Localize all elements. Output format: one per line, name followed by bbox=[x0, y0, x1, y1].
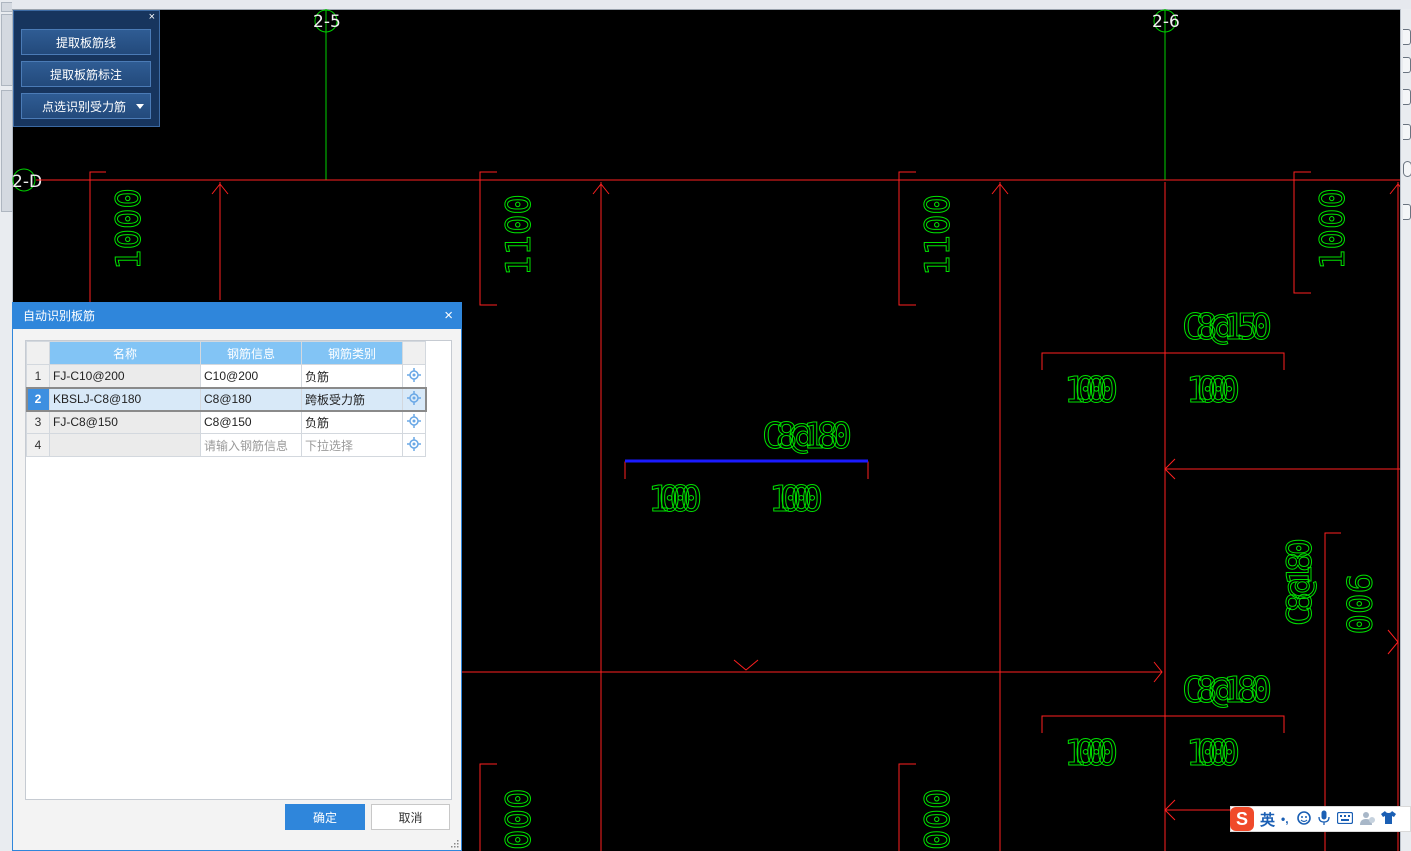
sogou-logo-icon[interactable]: S bbox=[1230, 807, 1254, 831]
dim-text: 1000 bbox=[769, 479, 823, 520]
toolbar-icon[interactable] bbox=[1403, 204, 1411, 220]
dim-text: 1000 bbox=[648, 479, 702, 520]
column-header-name[interactable]: 名称 bbox=[49, 341, 201, 365]
toolbar-icon[interactable] bbox=[1403, 161, 1411, 177]
dim-text: 1000 bbox=[1186, 733, 1240, 774]
cell-info[interactable]: C10@200 bbox=[200, 364, 302, 388]
axis-label-2-d: 2-D bbox=[12, 172, 42, 192]
axis-label-2-6: 2-6 bbox=[1152, 12, 1180, 32]
microphone-icon[interactable] bbox=[1317, 810, 1330, 828]
table-row[interactable]: 4 请输入钢筋信息 下拉选择 bbox=[26, 433, 426, 457]
cell-type[interactable]: 负筋 bbox=[301, 364, 403, 388]
cancel-button[interactable]: 取消 bbox=[371, 804, 450, 830]
cell-type-select[interactable]: 下拉选择 bbox=[301, 433, 403, 457]
dialog-title: 自动识别板筋 bbox=[23, 309, 96, 323]
locate-icon[interactable] bbox=[402, 387, 426, 411]
extract-rebar-line-button[interactable]: 提取板筋线 bbox=[21, 29, 151, 55]
right-toolbar bbox=[1400, 9, 1411, 851]
rebar-label: C8@180 bbox=[1182, 670, 1272, 711]
rebar-label: C8@150 bbox=[1182, 307, 1272, 348]
toolbar-icon[interactable] bbox=[1403, 29, 1411, 45]
rebar-label: C8@180 bbox=[1280, 538, 1320, 626]
toolbar-icon[interactable] bbox=[1403, 57, 1411, 73]
user-icon[interactable] bbox=[1359, 811, 1376, 828]
column-header-type[interactable]: 钢筋类别 bbox=[301, 341, 403, 365]
toolbar-icon[interactable] bbox=[1403, 124, 1411, 140]
table-row[interactable]: 1 FJ-C10@200 C10@200 负筋 bbox=[26, 364, 426, 388]
cell-info-input[interactable]: 请输入钢筋信息 bbox=[200, 433, 302, 457]
locate-icon[interactable] bbox=[402, 433, 426, 457]
row-number[interactable]: 4 bbox=[26, 433, 50, 457]
point-identify-rebar-button[interactable]: 点选识别受力筋 bbox=[21, 93, 151, 119]
dim-text: 1000 bbox=[1064, 370, 1118, 411]
dim-text: 1000 bbox=[109, 188, 149, 270]
table-row-selected[interactable]: 2 KBSLJ-C8@180 C8@180 跨板受力筋 bbox=[25, 386, 427, 412]
cell-name[interactable]: FJ-C10@200 bbox=[49, 364, 201, 388]
toolbar-icon[interactable] bbox=[1403, 89, 1411, 105]
dialog-title-bar[interactable]: 自动识别板筋 × bbox=[13, 303, 461, 329]
dim-text: 1100 bbox=[918, 194, 958, 276]
confirm-button[interactable]: 确定 bbox=[285, 804, 365, 830]
cell-name[interactable]: FJ-C8@150 bbox=[49, 410, 201, 434]
keyboard-icon[interactable] bbox=[1336, 811, 1353, 827]
dim-text: 1000 bbox=[1186, 370, 1240, 411]
skin-shirt-icon[interactable] bbox=[1380, 811, 1396, 827]
table-row[interactable]: 3 FJ-C8@150 C8@150 负筋 bbox=[26, 410, 426, 434]
locate-icon[interactable] bbox=[402, 364, 426, 388]
close-icon[interactable]: × bbox=[149, 11, 155, 23]
cell-type[interactable]: 负筋 bbox=[301, 410, 403, 434]
dim-text: 1000 bbox=[1313, 188, 1353, 270]
emoji-icon[interactable] bbox=[1296, 810, 1311, 828]
auto-identify-rebar-dialog: 自动识别板筋 × 名称 钢筋信息 钢筋类别 1 FJ-C10@200 C10@2… bbox=[12, 302, 462, 851]
point-identify-rebar-label: 点选识别受力筋 bbox=[42, 100, 127, 114]
cell-name[interactable]: KBSLJ-C8@180 bbox=[49, 387, 201, 411]
row-number[interactable]: 1 bbox=[26, 364, 50, 388]
grid-corner bbox=[402, 341, 426, 365]
locate-icon[interactable] bbox=[402, 410, 426, 434]
row-number[interactable]: 2 bbox=[26, 387, 50, 411]
column-header-info[interactable]: 钢筋信息 bbox=[200, 341, 302, 365]
dropdown-arrow-icon[interactable] bbox=[136, 104, 144, 109]
rebar-tool-panel: × 提取板筋线 提取板筋标注 点选识别受力筋 bbox=[13, 10, 160, 127]
dim-text: 1100 bbox=[499, 194, 539, 276]
dim-text: 900 bbox=[1338, 573, 1378, 634]
cell-type[interactable]: 跨板受力筋 bbox=[301, 387, 403, 411]
resize-grip-icon[interactable] bbox=[451, 840, 459, 848]
punctuation-icon[interactable]: •, bbox=[1281, 812, 1289, 826]
axis-label-2-5: 2-5 bbox=[313, 12, 341, 32]
dim-text: 000 bbox=[918, 789, 958, 850]
cell-info[interactable]: C8@150 bbox=[200, 410, 302, 434]
rebar-grid: 名称 钢筋信息 钢筋类别 1 FJ-C10@200 C10@200 负筋 2 K… bbox=[25, 340, 452, 800]
dim-text: 000 bbox=[499, 789, 539, 850]
cell-info[interactable]: C8@180 bbox=[200, 387, 302, 411]
close-icon[interactable]: × bbox=[444, 303, 453, 329]
cell-name[interactable] bbox=[49, 433, 201, 457]
grid-corner bbox=[26, 341, 50, 365]
ime-toolbar[interactable]: S 英 •, bbox=[1230, 806, 1411, 832]
extract-rebar-annotation-button[interactable]: 提取板筋标注 bbox=[21, 61, 151, 87]
dim-text: 1000 bbox=[1064, 733, 1118, 774]
row-number[interactable]: 3 bbox=[26, 410, 50, 434]
ime-mode-label[interactable]: 英 bbox=[1260, 809, 1275, 830]
rebar-label: C8@180 bbox=[762, 416, 852, 457]
